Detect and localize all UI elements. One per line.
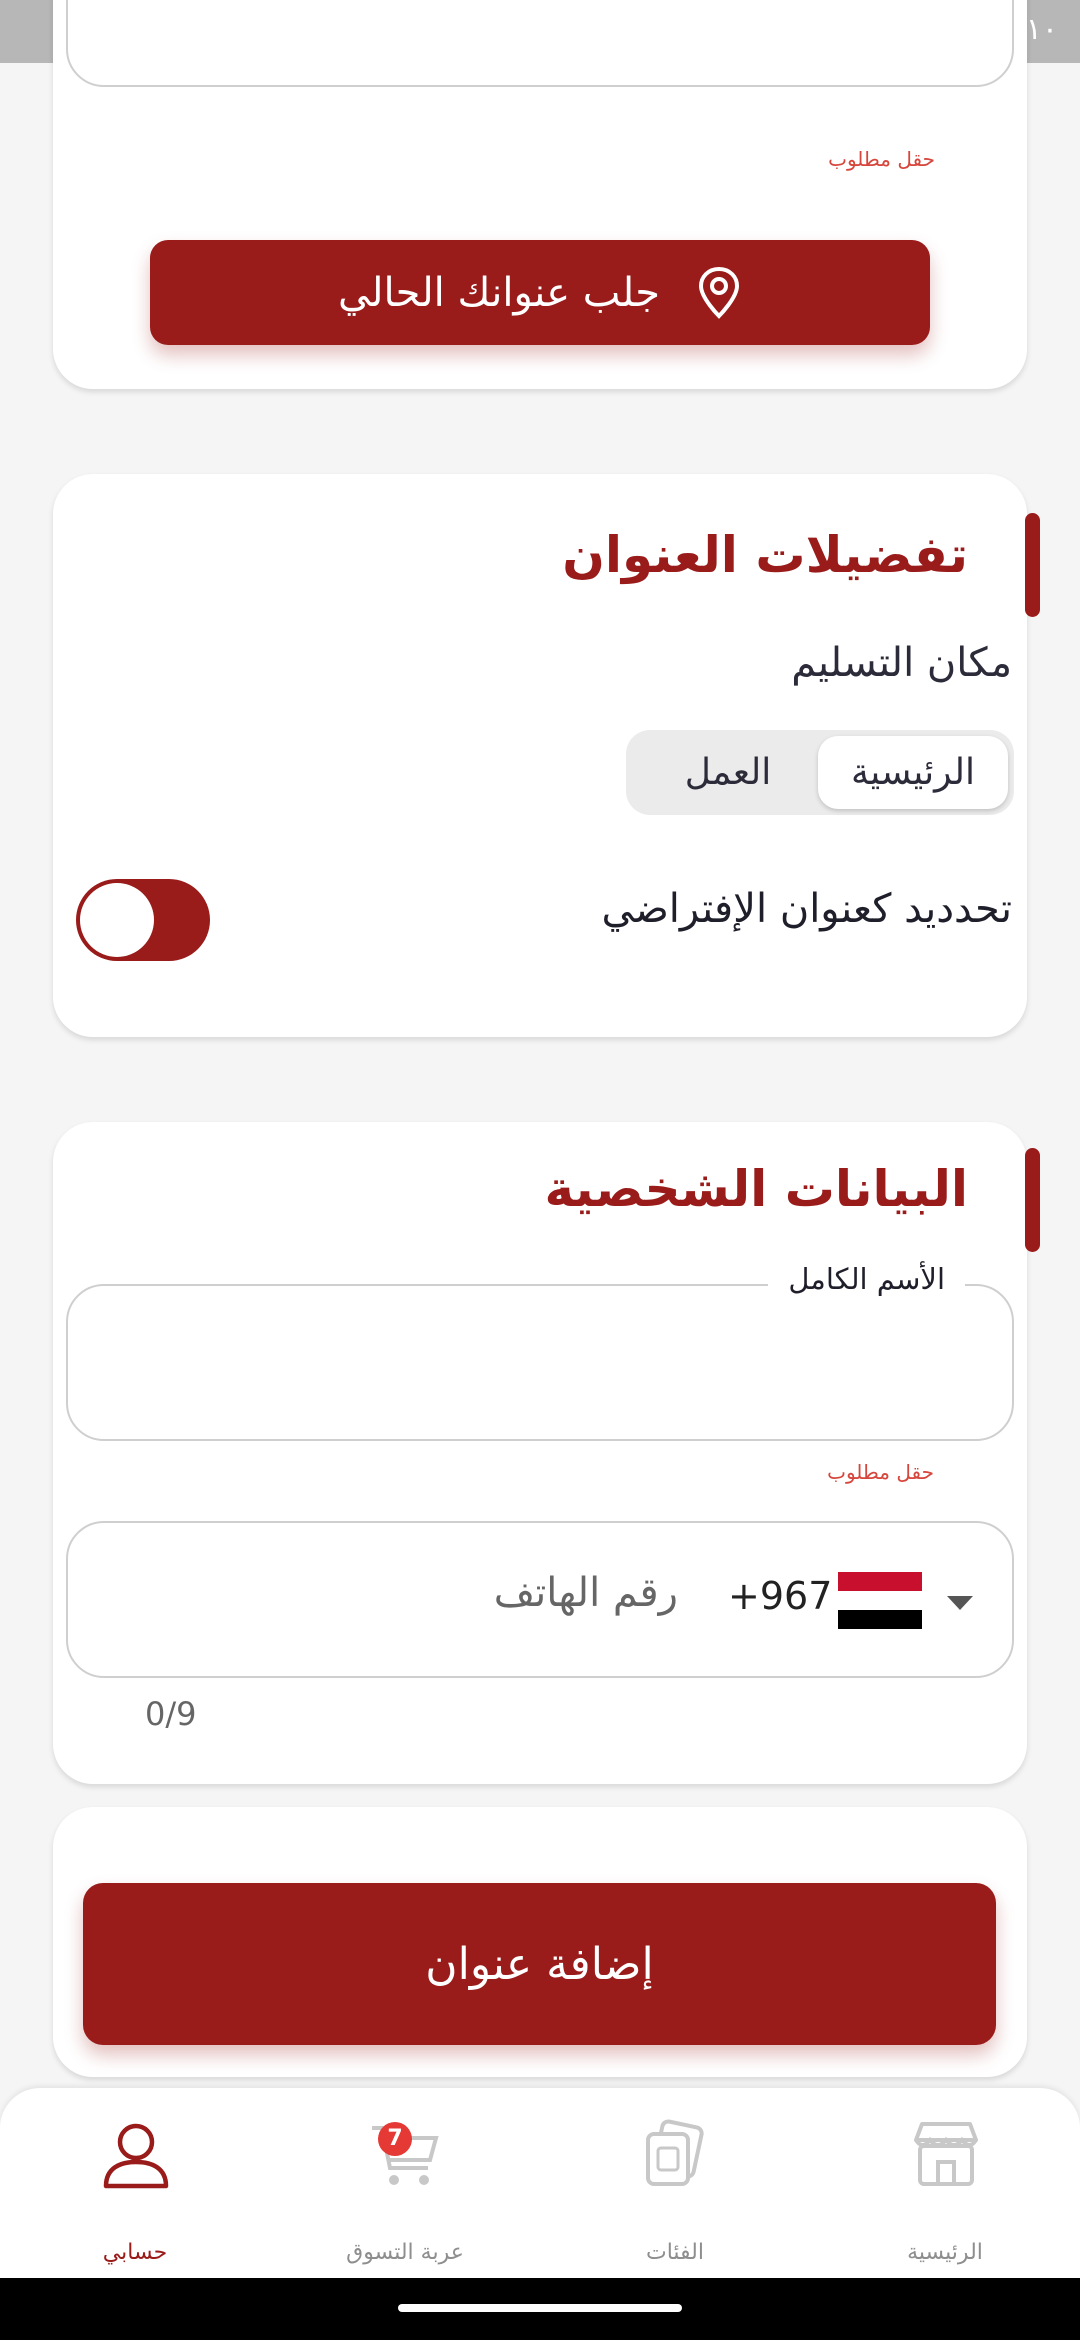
system-gesture-bar	[0, 2278, 1080, 2340]
cart-badge: 7	[378, 2122, 412, 2156]
address-input[interactable]	[66, 0, 1014, 87]
default-address-label: تحدديد كعنوان الإفتراضي	[601, 886, 1013, 932]
personal-data-card	[53, 1122, 1027, 1784]
yemen-flag-icon[interactable]	[838, 1572, 922, 1629]
store-icon	[914, 2122, 978, 2186]
delivery-place-selector: الرئيسية العمل	[626, 730, 1014, 815]
address-card: حقل مطلوب جلب عنوانك الحالي	[53, 0, 1027, 389]
fetch-location-button[interactable]: جلب عنوانك الحالي	[150, 240, 930, 345]
full-name-field[interactable]	[66, 1284, 1014, 1441]
add-address-label: إضافة عنوان	[425, 1938, 654, 1990]
categories-icon	[646, 2119, 704, 2186]
nav-home[interactable]: الرئيسية	[810, 2088, 1080, 2278]
person-icon	[103, 2123, 169, 2189]
add-address-button[interactable]: إضافة عنوان	[83, 1883, 996, 2045]
fetch-location-label: جلب عنوانك الحالي	[337, 269, 661, 316]
nav-categories-label: الفئات	[646, 2240, 704, 2265]
nav-home-label: الرئيسية	[907, 2240, 983, 2265]
default-address-toggle[interactable]	[76, 879, 210, 961]
country-code: +967	[728, 1574, 833, 1618]
location-pin-icon	[699, 266, 740, 319]
personal-data-title-accent	[1025, 1148, 1040, 1252]
nav-cart[interactable]: 7 عربة التسوق	[270, 2088, 540, 2278]
phone-field[interactable]: +967 رقم الهاتف	[66, 1521, 1014, 1678]
nav-categories[interactable]: الفئات	[540, 2088, 810, 2278]
toggle-knob	[80, 883, 154, 957]
phone-placeholder: رقم الهاتف	[493, 1570, 678, 1616]
option-home[interactable]: الرئيسية	[818, 736, 1008, 809]
chevron-down-icon[interactable]	[947, 1596, 973, 1610]
nav-cart-label: عربة التسوق	[346, 2240, 464, 2265]
full-name-required-text: حقل مطلوب	[827, 1460, 934, 1484]
delivery-place-label: مكان التسليم	[791, 640, 1012, 686]
address-required-text: حقل مطلوب	[828, 147, 935, 171]
address-details-title: تفضيلات العنوان	[562, 526, 968, 584]
option-work[interactable]: العمل	[638, 736, 818, 809]
nav-account[interactable]: حسابي	[0, 2088, 270, 2278]
full-name-label: الأسم الكامل	[768, 1262, 965, 1296]
address-details-title-accent	[1025, 513, 1040, 617]
personal-data-title: البيانات الشخصية	[544, 1160, 968, 1218]
bottom-navigation: حسابي 7 عربة التسوق الفئات الرئيسية	[0, 2088, 1080, 2278]
nav-account-label: حسابي	[102, 2240, 168, 2265]
phone-counter: 0/9	[145, 1695, 197, 1733]
home-gesture-handle[interactable]	[398, 2304, 682, 2312]
